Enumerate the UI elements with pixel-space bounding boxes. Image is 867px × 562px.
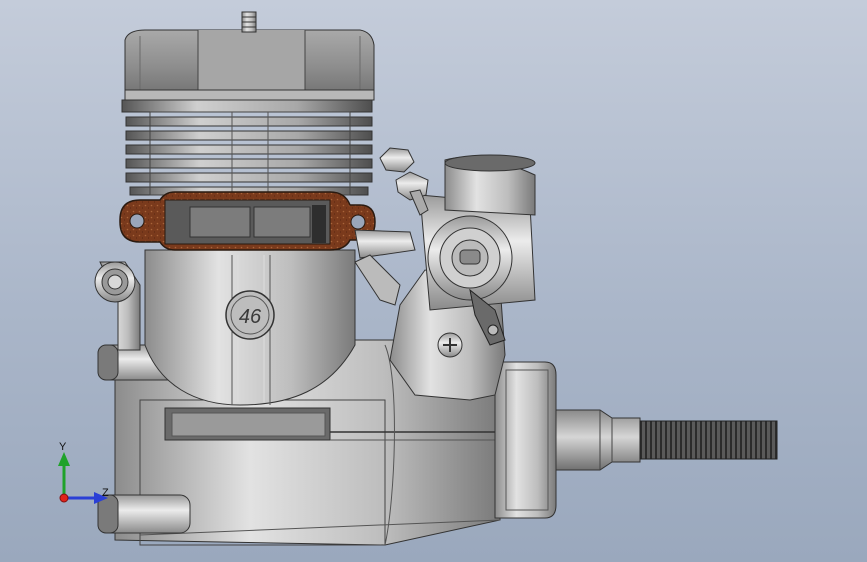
fuel-fitting[interactable] (379, 147, 429, 216)
cylinder-head[interactable] (124, 29, 375, 101)
exhaust-gasket[interactable] (119, 191, 376, 251)
intake-tube[interactable] (354, 229, 416, 306)
needle-valve[interactable] (94, 261, 141, 351)
coordinate-triad (58, 452, 108, 504)
displacement-marking: 46 (239, 306, 262, 328)
cooling-fins[interactable] (121, 99, 373, 196)
crankshaft[interactable] (555, 409, 641, 471)
mounting-lug-lower[interactable] (97, 494, 191, 534)
glow-plug[interactable] (241, 11, 257, 33)
front-housing[interactable] (494, 361, 557, 519)
graphics-viewport[interactable]: 46 Y Z (0, 0, 867, 562)
threaded-shaft[interactable] (639, 420, 778, 460)
triad-z-label: Z (102, 487, 109, 499)
cylinder-block[interactable]: 46 (144, 249, 356, 406)
carburetor-screw[interactable] (437, 332, 463, 358)
engine-model[interactable]: 46 (0, 0, 867, 562)
triad-y-label: Y (59, 441, 67, 453)
